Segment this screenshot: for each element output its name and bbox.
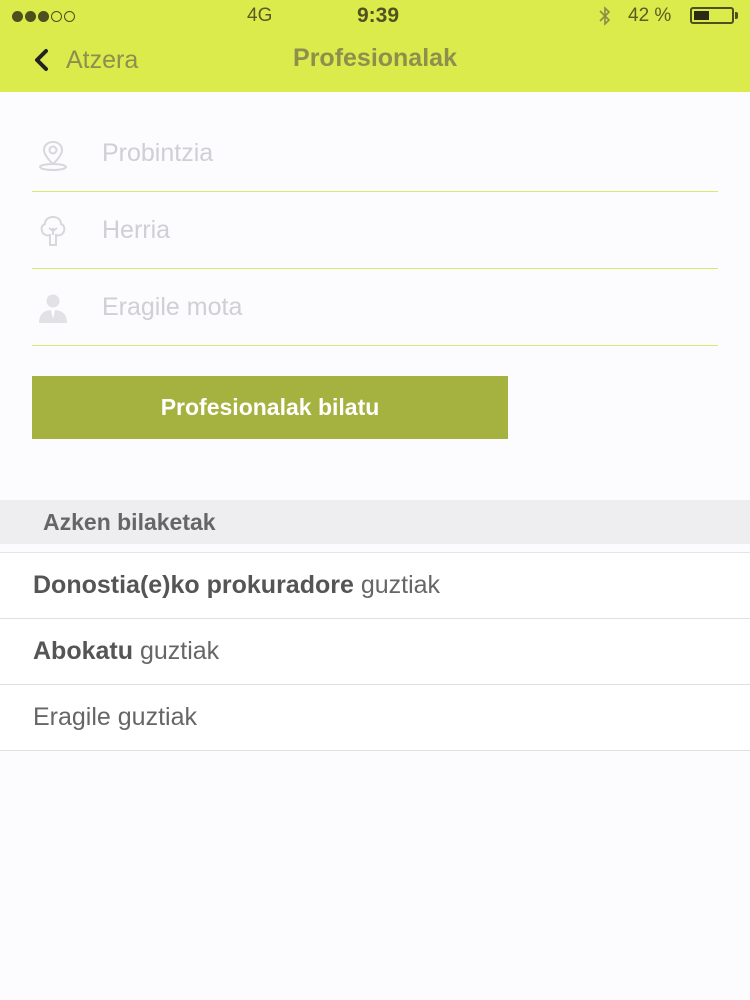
location-pin-icon — [39, 140, 67, 171]
town-field — [32, 192, 718, 269]
battery-tip — [735, 12, 738, 19]
recent-search-item[interactable]: Donostia(e)ko prokuradore guztiak — [0, 553, 750, 619]
status-bar: 4G 9:39 42 % — [0, 0, 750, 32]
user-icon — [39, 294, 67, 323]
bluetooth-icon — [599, 6, 611, 26]
recent-search-item[interactable]: Eragile guztiak — [0, 685, 750, 751]
recent-search-rest: guztiak — [353, 571, 441, 599]
province-field — [32, 118, 718, 192]
town-input[interactable] — [102, 210, 702, 250]
recent-search-bold: Abokatu — [33, 637, 133, 665]
recent-searches-list: Donostia(e)ko prokuradore guztiak Abokat… — [0, 552, 750, 751]
search-professionals-button[interactable]: Profesionalak bilatu — [32, 376, 508, 439]
agent-type-field — [32, 269, 718, 346]
recent-searches-header: Azken bilaketak — [0, 500, 750, 544]
province-input[interactable] — [102, 133, 702, 173]
agent-type-input[interactable] — [102, 287, 702, 327]
battery-icon — [690, 7, 734, 24]
top-bar: 4G 9:39 42 % Atzera Profesionalak — [0, 0, 750, 92]
search-form — [32, 118, 718, 346]
recent-search-rest: guztiak — [133, 637, 220, 665]
recent-search-rest: Eragile guztiak — [33, 703, 197, 731]
battery-percentage: 42 % — [628, 5, 672, 26]
recent-search-item[interactable]: Abokatu guztiak — [0, 619, 750, 685]
recent-search-bold: Donostia(e)ko prokuradore — [33, 571, 354, 599]
page-title: Profesionalak — [293, 44, 457, 72]
tree-icon — [40, 215, 66, 246]
